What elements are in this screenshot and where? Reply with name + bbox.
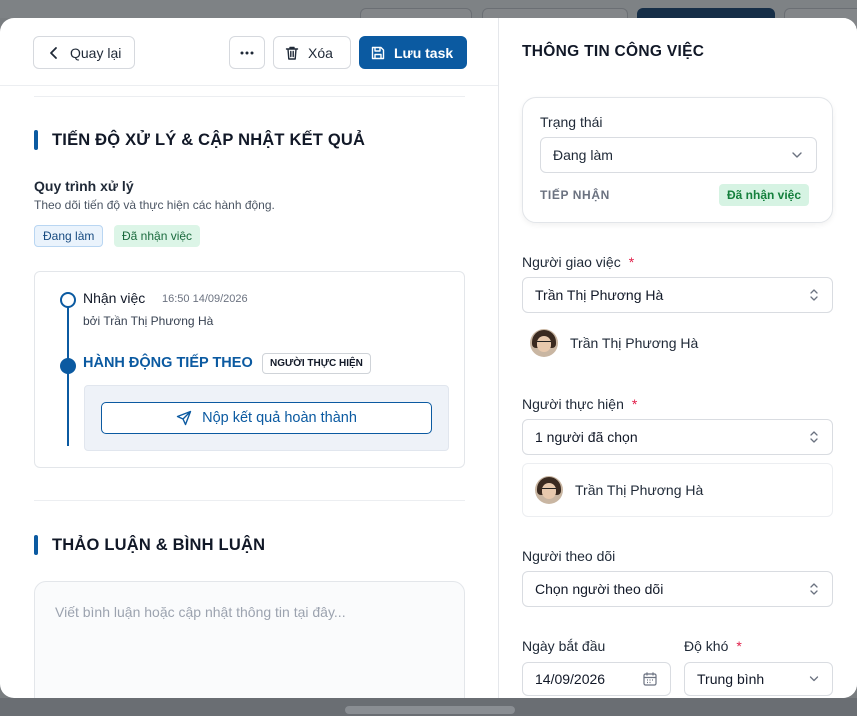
section-divider: [34, 96, 465, 97]
watchers-label: Người theo dõi: [522, 548, 616, 564]
watchers-select[interactable]: Chọn người theo dõi: [522, 571, 833, 607]
difficulty-label: Độ khó *: [684, 638, 742, 654]
timeline-step-label: Nhận việc: [83, 290, 146, 306]
send-icon: [176, 410, 192, 426]
discussion-section-title-text: THẢO LUẬN & BÌNH LUẬN: [52, 535, 266, 554]
chevron-updown-icon: [810, 583, 818, 595]
status-tag-in-progress: Đang làm: [34, 225, 104, 247]
avatar: [530, 329, 558, 357]
delete-button-label: Xóa: [308, 44, 333, 61]
info-panel-title: THÔNG TIN CÔNG VIỆC: [522, 43, 705, 60]
process-subtitle: Theo dõi tiến độ và thực hiện các hành đ…: [34, 198, 275, 212]
status-select[interactable]: Đang làm: [540, 137, 817, 173]
section-accent-bar: [34, 130, 38, 150]
difficulty-select[interactable]: Trung bình: [684, 662, 833, 696]
assigner-person: Trần Thị Phương Hà: [522, 320, 833, 366]
delete-button[interactable]: Xóa: [273, 36, 351, 69]
status-tag-accepted: Đã nhận việc: [114, 225, 201, 247]
comment-input[interactable]: Viết bình luận hoặc cập nhật thông tin t…: [34, 581, 465, 698]
start-date-value: 14/09/2026: [535, 671, 606, 687]
chevron-updown-icon: [810, 431, 818, 443]
assigner-label-text: Người giao việc: [522, 254, 621, 270]
task-info-panel: THÔNG TIN CÔNG VIỆC Trạng thái Đang làm …: [499, 18, 857, 698]
receive-label: TIẾP NHẬN: [540, 188, 610, 202]
assignee-person-name: Trần Thị Phương Hà: [575, 482, 704, 498]
status-label: Trạng thái: [540, 114, 603, 130]
status-card: Trạng thái Đang làm TIẾP NHẬN Đã nhận vi…: [522, 97, 833, 223]
chevron-down-icon: [792, 152, 802, 158]
progress-section-title-text: TIẾN ĐỘ XỬ LÝ & CẬP NHẬT KẾT QUẢ: [52, 130, 366, 149]
task-main-panel: Quay lại Xóa Lưu task TIẾN ĐỘ XỬ LÝ & CẬ…: [0, 18, 499, 698]
timeline-dot-current: [60, 358, 76, 374]
chevron-updown-icon: [810, 289, 818, 301]
next-action-box: Nộp kết quả hoàn thành: [84, 385, 449, 451]
ellipsis-icon: [240, 51, 254, 54]
assigner-person-name: Trần Thị Phương Hà: [570, 335, 699, 351]
timeline-dot-completed: [60, 292, 76, 308]
difficulty-select-value: Trung bình: [697, 671, 765, 687]
chevron-down-icon: [809, 676, 819, 682]
trash-icon: [285, 46, 299, 60]
submit-result-label: Nộp kết quả hoàn thành: [202, 410, 357, 426]
receive-status-badge: Đã nhận việc: [719, 184, 810, 206]
assigner-select-value: Trần Thị Phương Hà: [535, 287, 664, 303]
more-options-button[interactable]: [229, 36, 265, 69]
assigner-label: Người giao việc *: [522, 254, 634, 270]
task-modal: Quay lại Xóa Lưu task TIẾN ĐỘ XỬ LÝ & CẬ…: [0, 18, 857, 698]
assignee-role-badge: NGƯỜI THỰC HIỆN: [262, 353, 371, 374]
chevron-left-icon: [50, 46, 57, 59]
required-mark: *: [628, 254, 635, 270]
timeline-line: [67, 306, 69, 446]
save-icon: [371, 46, 385, 59]
avatar: [535, 476, 563, 504]
process-timeline: Nhận việc 16:50 14/09/2026 bởi Trần Thị …: [34, 271, 465, 468]
status-select-value: Đang làm: [553, 147, 613, 163]
section-accent-bar: [34, 535, 38, 555]
assigner-select[interactable]: Trần Thị Phương Hà: [522, 277, 833, 313]
assignee-label-text: Người thực hiện: [522, 396, 624, 412]
save-task-button[interactable]: Lưu task: [359, 36, 467, 69]
comment-placeholder: Viết bình luận hoặc cập nhật thông tin t…: [55, 604, 346, 620]
calendar-icon[interactable]: [642, 671, 658, 687]
required-mark: *: [631, 396, 638, 412]
required-mark: *: [736, 638, 742, 654]
watchers-select-value: Chọn người theo dõi: [535, 581, 664, 597]
timeline-step-time: 16:50 14/09/2026: [162, 293, 248, 305]
start-date-label: Ngày bắt đầu: [522, 638, 606, 654]
timeline-step-by: bởi Trần Thị Phương Hà: [83, 314, 214, 328]
submit-result-button[interactable]: Nộp kết quả hoàn thành: [101, 402, 432, 434]
save-task-label: Lưu task: [394, 44, 454, 61]
section-divider: [34, 500, 465, 501]
discussion-section-title: THẢO LUẬN & BÌNH LUẬN: [34, 535, 265, 555]
back-button-label: Quay lại: [70, 44, 122, 61]
assignee-label: Người thực hiện *: [522, 396, 637, 412]
background-scrollbar: [345, 706, 515, 714]
next-action-label: HÀNH ĐỘNG TIẾP THEO: [83, 355, 253, 371]
assignee-select-value: 1 người đã chọn: [535, 429, 638, 445]
start-date-input[interactable]: 14/09/2026: [522, 662, 671, 696]
back-button[interactable]: Quay lại: [33, 36, 135, 69]
progress-section-title: TIẾN ĐỘ XỬ LÝ & CẬP NHẬT KẾT QUẢ: [34, 130, 365, 150]
modal-toolbar: Quay lại Xóa Lưu task: [0, 18, 498, 86]
process-title: Quy trình xử lý: [34, 178, 134, 194]
difficulty-label-text: Độ khó: [684, 638, 729, 654]
assignee-person: Trần Thị Phương Hà: [522, 463, 833, 517]
assignee-select[interactable]: 1 người đã chọn: [522, 419, 833, 455]
